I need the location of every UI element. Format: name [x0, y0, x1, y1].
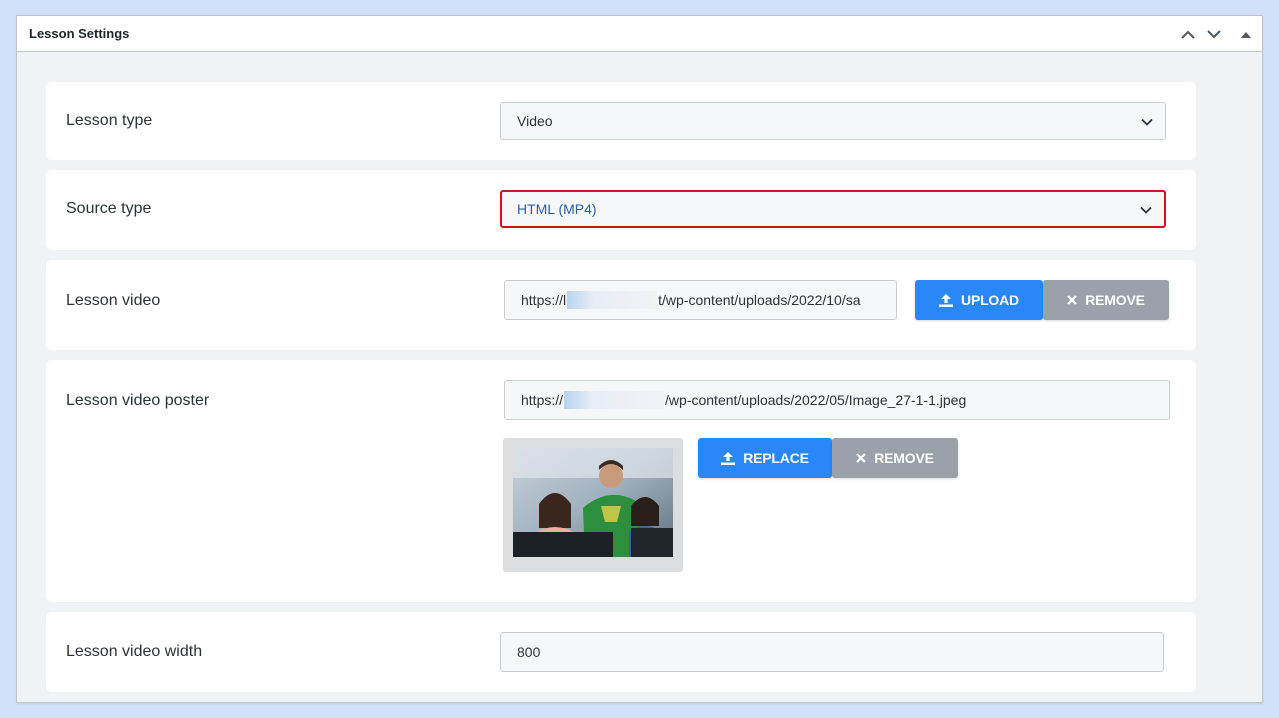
panel-header: Lesson Settings — [17, 16, 1262, 52]
chevron-down-icon[interactable] — [1203, 23, 1225, 45]
lesson-type-value: Video — [517, 113, 553, 129]
upload-button[interactable]: UPLOAD — [915, 280, 1043, 320]
remove-video-button[interactable]: REMOVE — [1043, 280, 1169, 320]
remove-poster-button[interactable]: REMOVE — [832, 438, 958, 478]
chevron-up-icon[interactable] — [1177, 23, 1199, 45]
replace-button[interactable]: REPLACE — [698, 438, 832, 478]
url-suffix: /wp-content/uploads/2022/05/Image_27-1-1… — [665, 392, 967, 408]
lesson-video-url-input[interactable]: https://l t/wp-content/uploads/2022/10/s… — [504, 280, 897, 320]
chevron-down-icon — [1140, 201, 1152, 217]
lesson-video-poster-row: Lesson video poster https:// /wp-content… — [46, 360, 1196, 602]
lesson-settings-panel: Lesson Settings Lesson type Video Source… — [16, 15, 1263, 703]
redacted-domain — [564, 391, 665, 409]
redacted-domain — [567, 291, 658, 309]
source-type-select[interactable]: HTML (MP4) — [500, 190, 1166, 228]
url-prefix: https://l — [521, 292, 567, 308]
lesson-type-label: Lesson type — [66, 112, 153, 129]
lesson-video-poster-label: Lesson video poster — [66, 392, 210, 409]
close-icon — [856, 453, 867, 463]
lesson-type-select[interactable]: Video — [500, 102, 1166, 140]
lesson-video-width-row: Lesson video width 800 — [46, 612, 1196, 692]
lesson-video-width-label: Lesson video width — [66, 643, 203, 660]
poster-thumbnail-image — [513, 448, 673, 557]
lesson-video-row: Lesson video https://l t/wp-content/uplo… — [46, 260, 1196, 350]
lesson-type-row: Lesson type Video — [46, 82, 1196, 160]
url-suffix: t/wp-content/uploads/2022/10/sa — [658, 292, 861, 308]
lesson-video-width-input[interactable]: 800 — [500, 632, 1164, 672]
url-prefix: https:// — [521, 392, 564, 408]
chevron-down-icon — [1141, 113, 1153, 129]
lesson-video-label: Lesson video — [66, 292, 161, 309]
source-type-row: Source type HTML (MP4) — [46, 170, 1196, 250]
close-icon — [1067, 295, 1078, 305]
poster-thumbnail-frame — [503, 438, 683, 572]
lesson-video-poster-url-input[interactable]: https:// /wp-content/uploads/2022/05/Ima… — [504, 380, 1170, 420]
source-type-label: Source type — [66, 200, 152, 217]
upload-icon — [939, 293, 954, 307]
collapse-triangle-icon[interactable] — [1235, 23, 1257, 45]
source-type-value: HTML (MP4) — [517, 201, 597, 217]
upload-icon — [721, 451, 736, 465]
panel-title: Lesson Settings — [29, 26, 130, 41]
